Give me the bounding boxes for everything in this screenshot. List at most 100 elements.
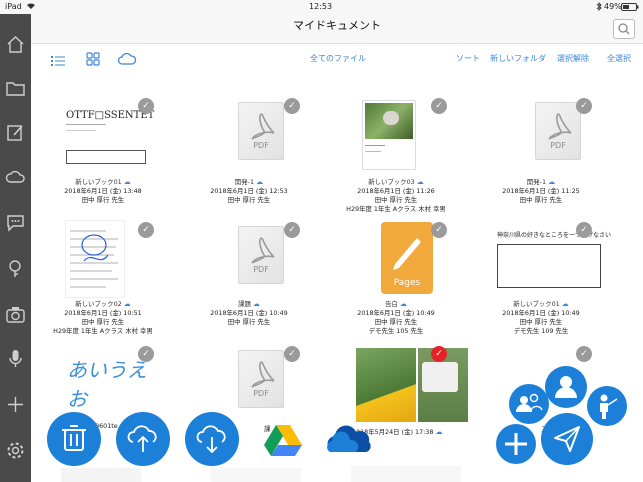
send-icon bbox=[554, 426, 580, 452]
file-class: デモ先生 109 先生 bbox=[513, 327, 569, 335]
plus-icon bbox=[505, 433, 527, 455]
teacher-icon bbox=[600, 394, 618, 419]
file-date: 2018年6月1日 (金) 11:26 bbox=[357, 187, 435, 195]
trash-icon bbox=[62, 425, 86, 451]
select-checkbox[interactable]: ✓ bbox=[284, 346, 300, 362]
home-icon[interactable] bbox=[5, 34, 26, 55]
select-checkbox[interactable]: ✓ bbox=[284, 222, 300, 238]
file-name: 開発-1 bbox=[526, 178, 547, 186]
select-checkbox[interactable]: ✓ bbox=[576, 222, 592, 238]
doc-thumbnail: OTTF□SSENTET bbox=[63, 100, 154, 168]
select-checkbox[interactable]: ✓ bbox=[284, 98, 300, 114]
pages-thumbnail: Pages bbox=[381, 222, 433, 294]
photo-thumbnail bbox=[356, 348, 468, 422]
all-files-link[interactable]: 全てのファイル bbox=[310, 53, 366, 64]
file-tile[interactable]: PDF ✓ 開発-1 ☁ 2018年6月1日 (金) 12:53 田中 厚行 先… bbox=[189, 94, 309, 216]
sidebar bbox=[0, 14, 31, 482]
select-checkbox[interactable]: ✓ bbox=[138, 98, 154, 114]
file-tile-partial bbox=[351, 466, 461, 482]
toolbar: 全てのファイル ソート 新しいフォルダ 選択解除 全選択 bbox=[31, 44, 643, 74]
file-tile[interactable]: ✓ 新しいブック02 ☁ 2018年6月1日 (金) 10:51 田中 厚行 先… bbox=[43, 218, 163, 340]
wifi-icon bbox=[26, 2, 36, 12]
file-owner: 田中 厚行 先生 bbox=[519, 196, 563, 204]
pdf-thumbnail: PDF bbox=[226, 226, 296, 304]
header: マイドキュメント bbox=[31, 14, 643, 50]
file-owner: 田中 厚行 先生 bbox=[519, 318, 563, 326]
battery-percent: 49% bbox=[604, 2, 622, 11]
file-owner: 田中 厚行 先生 bbox=[374, 196, 418, 204]
select-checkbox[interactable]: ✓ bbox=[138, 346, 154, 362]
file-date: 2018年6月1日 (金) 11:25 bbox=[502, 187, 580, 195]
google-drive-icon[interactable] bbox=[263, 423, 303, 461]
cloud-sync-icon: ☁ bbox=[548, 178, 556, 186]
cloud-sync-icon: ☁ bbox=[123, 300, 131, 308]
cloud-sync-icon: ☁ bbox=[252, 300, 260, 308]
file-name: 課題 bbox=[238, 300, 251, 308]
list-view-icon[interactable] bbox=[51, 52, 65, 71]
cloud-sync-icon: ☁ bbox=[256, 178, 264, 186]
file-name: 新しいブック03 bbox=[368, 178, 415, 186]
send-button[interactable] bbox=[541, 413, 593, 465]
microphone-icon[interactable] bbox=[5, 348, 26, 369]
sort-button[interactable]: ソート bbox=[456, 53, 480, 64]
file-name: 新しいブック01 bbox=[75, 178, 122, 186]
add-icon[interactable] bbox=[5, 394, 26, 415]
scan-thumbnail bbox=[65, 220, 125, 298]
bluetooth-icon bbox=[596, 1, 602, 13]
settings-gear-icon[interactable] bbox=[5, 440, 26, 461]
select-checkbox[interactable]: ✓ bbox=[431, 98, 447, 114]
edit-icon[interactable] bbox=[5, 122, 26, 143]
select-checkbox[interactable]: ✓ bbox=[576, 346, 592, 362]
delete-button[interactable] bbox=[47, 412, 101, 466]
search-key-icon[interactable] bbox=[5, 258, 26, 279]
cloud-view-icon[interactable] bbox=[117, 51, 137, 70]
file-owner: 田中 厚行 先生 bbox=[81, 318, 125, 326]
file-date: 2018年6月1日 (金) 10:51 bbox=[64, 309, 142, 317]
page-title: マイドキュメント bbox=[293, 19, 381, 32]
grid-view-icon[interactable] bbox=[86, 51, 100, 70]
deselect-button[interactable]: 選択解除 bbox=[557, 53, 589, 64]
select-checkbox[interactable]: ✓ bbox=[431, 222, 447, 238]
select-checkbox-checked[interactable]: ✓ bbox=[431, 346, 447, 362]
photo-thumbnail bbox=[362, 100, 416, 170]
file-date: 2018年6月1日 (金) 10:49 bbox=[502, 309, 580, 317]
file-class: H29年度 1年生 Aクラス 木村 幸男 bbox=[53, 327, 153, 335]
file-tile[interactable]: 神奈川県の好きなところを一つ挙げなさい ✓ 新しいブック01 ☁ 2018年6月… bbox=[481, 218, 611, 340]
select-checkbox[interactable]: ✓ bbox=[576, 98, 592, 114]
upload-button[interactable] bbox=[116, 412, 170, 466]
chat-icon[interactable] bbox=[5, 212, 26, 233]
file-tile[interactable]: PDF ✓ 開発-1 ☁ 2018年6月1日 (金) 11:25 田中 厚行 先… bbox=[481, 94, 601, 216]
cloud-sync-icon: ☁ bbox=[123, 178, 131, 186]
camera-icon[interactable] bbox=[5, 304, 26, 325]
folder-icon[interactable] bbox=[5, 78, 26, 99]
add-button[interactable] bbox=[496, 424, 536, 464]
onedrive-icon[interactable] bbox=[326, 424, 374, 458]
file-tile[interactable]: Pages ✓ 告白 ☁ 2018年6月1日 (金) 10:49 田中 厚行 先… bbox=[336, 218, 456, 340]
download-button[interactable] bbox=[185, 412, 239, 466]
device-label: iPad bbox=[5, 2, 22, 11]
select-checkbox[interactable]: ✓ bbox=[138, 222, 154, 238]
cloud-icon[interactable] bbox=[5, 167, 26, 188]
file-tile[interactable]: PDF ✓ 課題 ☁ 2018年6月1日 (金) 10:49 田中 厚行 先生 bbox=[189, 218, 309, 340]
search-button[interactable] bbox=[613, 19, 635, 39]
file-class: デモ先生 105 先生 bbox=[368, 327, 424, 335]
select-all-button[interactable]: 全選択 bbox=[607, 53, 631, 64]
new-folder-button[interactable]: 新しいフォルダ bbox=[490, 53, 546, 64]
cloud-sync-icon: ☁ bbox=[561, 300, 569, 308]
file-tile[interactable]: ✓ 新しいブック03 ☁ 2018年6月1日 (金) 11:26 田中 厚行 先… bbox=[336, 94, 456, 216]
file-owner: 田中 厚行 先生 bbox=[227, 318, 271, 326]
cloud-sync-icon: ☁ bbox=[416, 178, 424, 186]
user-icon bbox=[555, 376, 577, 398]
share-teacher-button[interactable] bbox=[587, 386, 627, 426]
battery-icon bbox=[621, 3, 639, 13]
cloud-download-icon bbox=[196, 425, 226, 454]
handwriting-thumbnail: あいうえお bbox=[67, 350, 147, 411]
share-user-button[interactable] bbox=[545, 366, 587, 408]
file-date: 2018年6月1日 (金) 12:53 bbox=[210, 187, 288, 195]
file-owner: 田中 厚行 先生 bbox=[81, 196, 125, 204]
file-name: 新しいブック01 bbox=[513, 300, 560, 308]
file-tile[interactable]: OTTF□SSENTET ✓ 新しいブック01 ☁ 2018年6月1日 (金) … bbox=[43, 94, 163, 216]
file-tile-partial bbox=[211, 468, 301, 482]
file-date: 2018年6月1日 (金) 10:49 bbox=[357, 309, 435, 317]
file-name: 開発-1 bbox=[234, 178, 255, 186]
